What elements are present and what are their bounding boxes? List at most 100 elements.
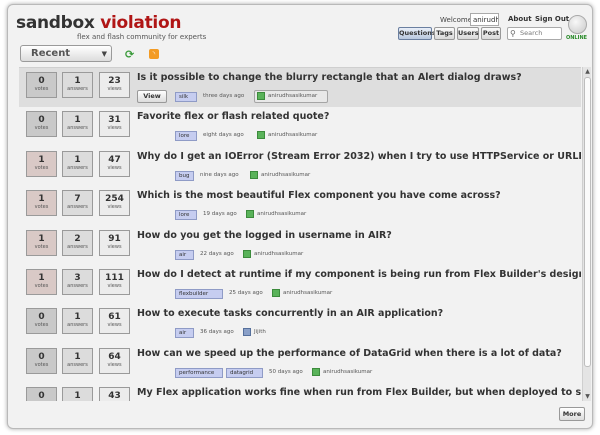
author-link[interactable]: anirudhsasikumar — [268, 132, 317, 138]
question-title[interactable]: How do you get the logged in username in… — [137, 230, 577, 242]
votes-count: 0votes — [26, 347, 57, 374]
answers-number: 1 — [74, 391, 81, 401]
question-row[interactable]: 1 votes 3 answers 111 views How do I detect at… — [19, 265, 581, 304]
views-label: views — [107, 361, 122, 368]
author-link[interactable]: anirudhsasikumar — [261, 172, 310, 178]
user-avatar-icon — [246, 210, 254, 219]
app-logo[interactable]: sandbox violation — [16, 13, 181, 33]
author-link[interactable]: anirudhsasikumar — [254, 251, 303, 257]
scroll-thumb[interactable] — [584, 77, 591, 367]
votes-label: votes — [34, 322, 49, 329]
tag-chip[interactable]: lore — [175, 131, 197, 142]
question-row[interactable]: 1 votes 7 answers 254 views Which is the most … — [19, 186, 581, 225]
search-input[interactable]: ⚲ Search — [507, 27, 562, 40]
tag-chip[interactable]: flexbuilder — [175, 289, 223, 299]
tab-post[interactable]: Post — [481, 27, 501, 40]
chevron-down-icon: ▼ — [101, 50, 107, 58]
tag-chip[interactable]: bug — [175, 170, 194, 181]
tab-users[interactable]: Users — [457, 27, 479, 40]
question-row[interactable]: 0votes 1answers 43views My Flex application… — [19, 383, 581, 401]
refresh-icon[interactable]: ⟳ — [125, 48, 134, 61]
views-number: 61 — [108, 312, 121, 323]
question-meta: lore 19 days ago anirudhsasikumar — [137, 210, 577, 222]
question-title[interactable]: Which is the most beautiful Flex compone… — [137, 190, 577, 202]
views-number: 47 — [108, 154, 121, 165]
answers-count: 1answers — [62, 150, 93, 177]
scroll-up-arrow-icon[interactable]: ▲ — [583, 67, 592, 76]
answers-label: answers — [67, 86, 88, 92]
filter-dropdown[interactable]: Recent ▼ — [20, 45, 112, 62]
views-number: 23 — [108, 76, 121, 86]
user-avatar-icon — [243, 249, 251, 258]
question-title[interactable]: Why do I get an IOError (Stream Error 20… — [137, 151, 581, 163]
votes-label: votes — [34, 164, 49, 171]
question-title[interactable]: How do I detect at runtime if my compone… — [137, 269, 581, 281]
question-row[interactable]: 0 votes 1 answers 61 views How to execute task… — [19, 304, 581, 343]
author-link[interactable]: anirudhsasikumar — [257, 211, 306, 217]
question-time: 25 days ago — [229, 290, 263, 296]
question-row[interactable]: 0 votes 1 answers 64 views How can we speed up… — [19, 344, 581, 383]
question-title[interactable]: Is it possible to change the blurry rect… — [137, 72, 577, 84]
tag-chip[interactable]: silk — [175, 92, 197, 102]
rss-icon[interactable]: ◝ — [149, 49, 159, 59]
tagline: flex and flash community for experts — [77, 33, 207, 41]
sign-out-link[interactable]: Sign Out — [535, 15, 569, 23]
views-number: 254 — [105, 194, 124, 205]
votes-number: 1 — [38, 194, 45, 205]
tab-questions[interactable]: Questions — [398, 27, 436, 40]
views-label: views — [107, 283, 122, 289]
author-link[interactable]: anirudhsasikumar — [283, 290, 332, 296]
question-list: 0 votes 1 answers 23 views Is it possible to c… — [19, 67, 581, 401]
author-link[interactable]: Jijith — [254, 329, 266, 335]
question-time: three days ago — [203, 93, 245, 99]
scrollbar[interactable]: ▲ ▼ — [582, 67, 591, 401]
welcome-label: Welcome — [440, 16, 473, 24]
tab-tags[interactable]: Tags — [434, 27, 455, 40]
tag-chip[interactable]: performance — [175, 367, 223, 378]
question-title[interactable]: How can we speed up the performance of D… — [137, 348, 577, 360]
question-time: eight days ago — [203, 132, 244, 139]
question-title[interactable]: Favorite flex or flash related quote? — [137, 111, 577, 123]
app-window: sandbox violation flex and flash communi… — [7, 4, 593, 429]
question-time: 19 days ago — [203, 211, 237, 218]
question-title[interactable]: My Flex application works fine when run … — [137, 387, 581, 399]
views-count: 31 views — [99, 111, 130, 138]
answers-label: answers — [67, 204, 88, 211]
votes-label: votes — [34, 243, 49, 250]
views-count: 43views — [99, 387, 130, 401]
answers-number: 1 — [74, 115, 81, 126]
votes-number: 0 — [38, 115, 45, 126]
more-button[interactable]: More — [559, 407, 585, 421]
answers-number: 2 — [74, 233, 81, 244]
about-link[interactable]: About — [508, 15, 532, 23]
question-meta: View silk three days ago anirudhsasikumar — [137, 90, 577, 104]
tag-chip[interactable]: datagrid — [226, 367, 263, 378]
question-meta: air 36 days ago Jijith — [137, 328, 577, 340]
user-avatar-icon — [257, 92, 265, 100]
online-status-icon — [568, 15, 587, 34]
question-row[interactable]: 0 votes 1 answers 31 views Favorite flex or fl… — [19, 107, 581, 146]
views-count: 254 views — [99, 190, 130, 217]
author-link[interactable]: anirudhsasikumar — [323, 369, 372, 375]
tag-chip[interactable]: lore — [175, 210, 197, 221]
votes-count: 1 votes — [26, 190, 57, 217]
question-row[interactable]: 1 votes 1 answers 47 views Why do I get an IOE… — [19, 147, 581, 186]
question-time: 50 days ago — [269, 368, 303, 375]
views-number: 111 — [105, 273, 124, 283]
views-count: 23 views — [99, 72, 130, 98]
question-meta: bug nine days ago anirudhsasikumar — [137, 170, 577, 183]
votes-count: 0votes — [26, 387, 57, 401]
view-button[interactable]: View — [137, 90, 167, 103]
question-row[interactable]: 0 votes 1 answers 23 views Is it possible to c… — [19, 68, 581, 107]
answers-number: 1 — [74, 351, 81, 362]
question-row[interactable]: 1 votes 2 answers 91 views How do you get the … — [19, 226, 581, 265]
author-link[interactable]: anirudhsasikumar — [268, 93, 317, 99]
question-title[interactable]: How to execute tasks concurrently in an … — [137, 308, 577, 320]
scroll-down-arrow-icon[interactable]: ▼ — [583, 392, 592, 401]
tag-chip[interactable]: air — [175, 249, 194, 260]
votes-number: 1 — [38, 154, 45, 165]
tag-chip[interactable]: air — [175, 328, 194, 339]
username-link[interactable]: anirudhs — [470, 13, 499, 26]
answers-count: 2 answers — [62, 229, 93, 256]
question-meta: air 22 days ago anirudhsasikumar — [137, 249, 577, 262]
